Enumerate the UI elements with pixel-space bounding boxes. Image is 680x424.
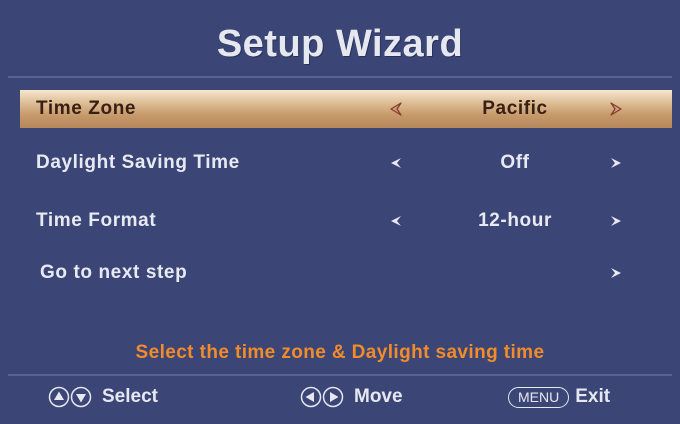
arrow-left-icon[interactable] xyxy=(388,155,404,171)
move-hint: Move xyxy=(300,378,403,416)
move-label: Move xyxy=(354,386,403,407)
arrow-right-icon[interactable] xyxy=(608,155,624,171)
setup-wizard-panel: Setup Wizard Time Zone Pacific Daylight … xyxy=(8,8,672,416)
menu-item-daylight-saving-time[interactable]: Daylight Saving Time Off xyxy=(20,144,672,182)
select-label: Select xyxy=(102,386,158,407)
menu-item-time-format[interactable]: Time Format 12-hour xyxy=(20,202,672,240)
left-right-buttons-icon xyxy=(300,386,344,408)
exit-hint: MENU Exit xyxy=(508,378,610,416)
arrow-left-icon[interactable] xyxy=(388,101,404,117)
menu-item-label: Time Zone xyxy=(36,98,137,119)
footer-bar: Select Move MENU Exit xyxy=(8,378,672,416)
menu-item-value: Off xyxy=(500,152,530,173)
menu-item-label: Time Format xyxy=(36,210,157,231)
exit-label: Exit xyxy=(575,386,611,407)
menu-item-value: Pacific xyxy=(482,98,548,119)
page-title: Setup Wizard xyxy=(216,23,464,65)
arrow-right-icon[interactable] xyxy=(608,101,624,117)
menu-item-label: Go to next step xyxy=(40,262,188,283)
menu-item-go-to-next-step[interactable]: Go to next step xyxy=(20,254,672,292)
footer-divider xyxy=(8,374,672,376)
arrow-right-icon[interactable] xyxy=(608,213,624,229)
help-message: Select the time zone & Daylight saving t… xyxy=(135,342,545,363)
up-down-buttons-icon xyxy=(48,386,92,408)
menu-item-value: 12-hour xyxy=(478,210,552,231)
menu-item-label: Daylight Saving Time xyxy=(36,152,240,173)
select-hint: Select xyxy=(48,378,158,416)
title-divider xyxy=(8,76,672,78)
menu-item-time-zone[interactable]: Time Zone Pacific xyxy=(20,90,672,128)
arrow-left-icon[interactable] xyxy=(388,213,404,229)
menu-key-icon: MENU xyxy=(508,386,570,408)
arrow-right-icon[interactable] xyxy=(608,265,624,281)
